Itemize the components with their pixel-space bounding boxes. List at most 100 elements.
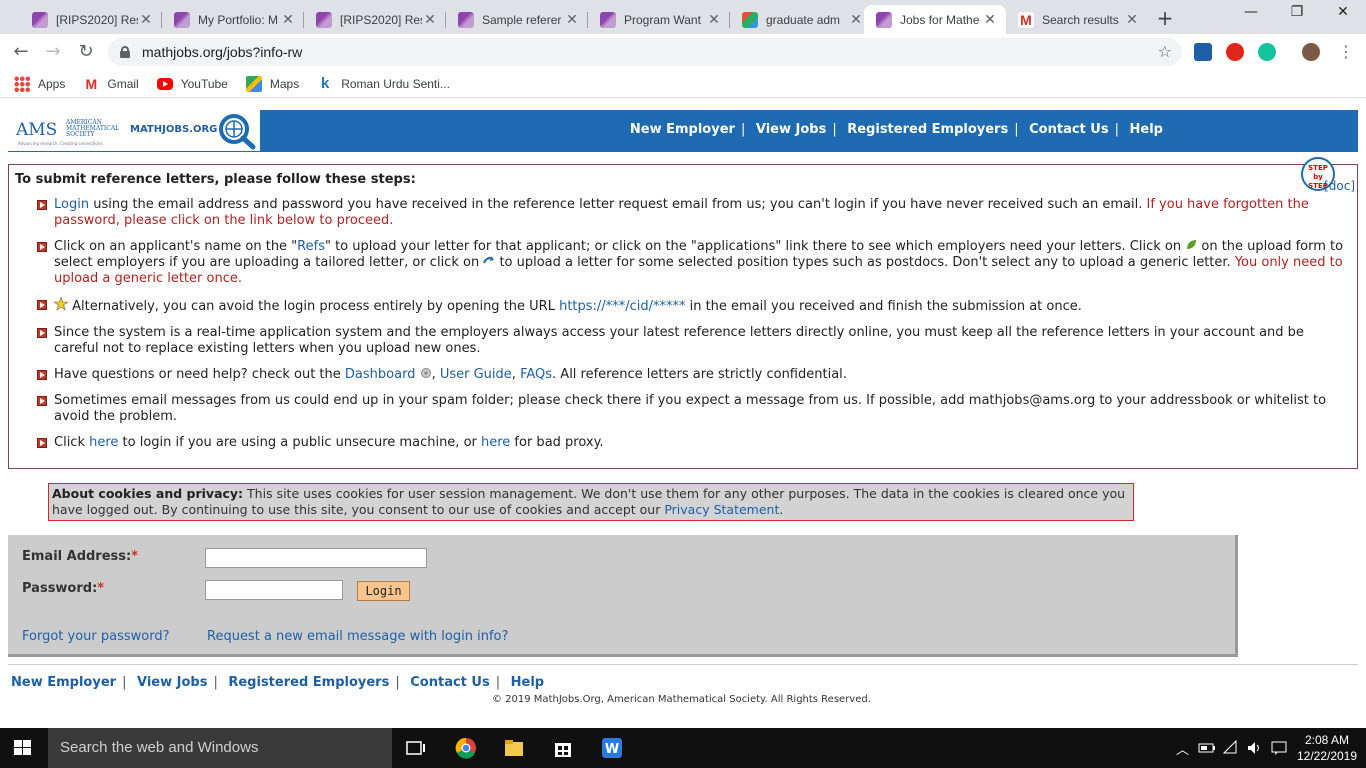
file-explorer-icon[interactable] [503, 737, 525, 759]
extension-icon[interactable] [1194, 43, 1212, 61]
wps-writer-icon[interactable]: W [601, 737, 623, 759]
minimize-button[interactable]: — [1228, 4, 1274, 26]
cookie-notice-end: . [779, 502, 784, 517]
tab-title: [RIPS2020] Res [340, 12, 422, 27]
bullet-icon [37, 200, 47, 210]
bookmark-star-icon[interactable]: ☆ [1158, 42, 1172, 61]
task-view-icon[interactable] [405, 737, 427, 759]
volume-icon[interactable] [1246, 739, 1264, 757]
site-favicon-icon [174, 11, 190, 28]
password-field[interactable] [205, 580, 343, 600]
secure-login-link[interactable]: here [89, 435, 118, 450]
bookmark-maps[interactable]: Maps [245, 75, 300, 92]
address-bar[interactable]: mathjobs.org/jobs?info-rw ☆ [108, 38, 1182, 66]
close-tab-icon[interactable]: ✕ [706, 11, 722, 28]
notifications-icon[interactable] [1270, 739, 1288, 757]
adblock-icon[interactable] [1226, 43, 1244, 61]
battery-icon[interactable] [1198, 739, 1216, 757]
ams-logo[interactable]: AMS AMERICAN MATHEMATICAL SOCIETY Advanc… [8, 110, 260, 152]
bookmark-label: YouTube [180, 76, 228, 91]
tab-rips2020-1[interactable]: [RIPS2020] Res ✕ [20, 5, 162, 34]
login-button[interactable]: Login [357, 581, 410, 601]
reload-icon[interactable]: ↻ [75, 41, 97, 63]
forgot-password-link[interactable]: Forgot your password? [22, 629, 170, 644]
bullet-icon [37, 242, 47, 252]
login-link[interactable]: Login [54, 197, 89, 212]
apps-grid-icon [14, 75, 30, 92]
user-guide-link[interactable]: User Guide [440, 367, 512, 382]
email-field[interactable] [205, 548, 427, 568]
close-window-button[interactable]: ✕ [1320, 4, 1366, 26]
url-text[interactable]: mathjobs.org/jobs?info-rw [142, 44, 302, 60]
step-text: " to upload your letter for that applica… [324, 239, 1186, 254]
taskbar-search-input[interactable]: Search the web and Windows [48, 728, 392, 768]
footer-view-jobs[interactable]: View Jobs [137, 675, 207, 690]
step-text: . All reference letters are strictly con… [552, 367, 847, 382]
tab-jobs-for-math[interactable]: Jobs for Mathe ✕ [864, 5, 1006, 34]
nav-registered-employers[interactable]: Registered Employers [847, 122, 1008, 137]
restore-button[interactable]: ❐ [1274, 4, 1320, 26]
bookmark-label: Roman Urdu Senti... [341, 76, 450, 91]
bullet-icon [37, 438, 47, 448]
bullet-icon [37, 370, 47, 380]
request-login-info-link[interactable]: Request a new email message with login i… [207, 629, 508, 644]
site-favicon-icon [32, 11, 48, 28]
doc-link[interactable]: [doc] [1324, 179, 1355, 193]
footer-registered-employers[interactable]: Registered Employers [228, 675, 389, 690]
clock-date: 12/22/2019 [1296, 749, 1358, 763]
new-tab-button[interactable]: + [1154, 6, 1176, 30]
taskbar-clock[interactable]: 2:08 AM 12/22/2019 [1294, 732, 1360, 764]
ams-logo-tagline: Advancing research. Creating connections… [18, 141, 104, 146]
bullet-icon [37, 328, 47, 338]
taskbar: Search the web and Windows W ︿ 2:08 AM 1… [0, 728, 1366, 768]
close-tab-icon[interactable]: ✕ [422, 11, 438, 28]
tab-graduate-admission[interactable]: graduate adm ✕ [730, 5, 872, 34]
forward-icon[interactable]: → [42, 41, 64, 63]
tab-portfolio[interactable]: My Portfolio: M ✕ [162, 5, 304, 34]
gear-icon [420, 368, 431, 378]
footer-new-employer[interactable]: New Employer [11, 675, 116, 690]
privacy-statement-link[interactable]: Privacy Statement [664, 502, 779, 517]
refs-link[interactable]: Refs [297, 239, 325, 254]
bookmark-roman-urdu[interactable]: k Roman Urdu Senti... [317, 74, 450, 92]
close-tab-icon[interactable]: ✕ [564, 11, 580, 28]
close-tab-icon[interactable]: ✕ [280, 11, 296, 28]
tab-search-results[interactable]: M Search results ✕ [1006, 5, 1148, 34]
tab-program-want[interactable]: Program Want ✕ [588, 5, 730, 34]
k-icon: k [321, 74, 330, 92]
required-mark: * [97, 581, 105, 596]
close-tab-icon[interactable]: ✕ [138, 11, 154, 28]
bookmark-youtube[interactable]: YouTube [156, 76, 228, 91]
tray-chevron-icon[interactable]: ︿ [1176, 739, 1189, 758]
step-text: in the email you received and finish the… [685, 299, 1082, 314]
cid-url-link[interactable]: https://***/cid/***** [559, 299, 685, 314]
tab-title: My Portfolio: M [198, 12, 279, 27]
bookmark-apps[interactable]: Apps [14, 75, 65, 92]
avatar[interactable] [1302, 43, 1320, 61]
faqs-link[interactable]: FAQs [520, 367, 552, 382]
store-icon[interactable] [552, 737, 574, 759]
wifi-icon[interactable] [1222, 739, 1240, 757]
nav-new-employer[interactable]: New Employer [630, 122, 735, 137]
bookmark-gmail[interactable]: M Gmail [83, 76, 139, 92]
nav-view-jobs[interactable]: View Jobs [756, 122, 826, 137]
bookmark-label: Maps [269, 76, 300, 91]
close-tab-icon[interactable]: ✕ [848, 11, 864, 28]
close-tab-icon[interactable]: ✕ [982, 11, 998, 28]
menu-kebab-icon[interactable]: ⋮ [1335, 41, 1357, 63]
tab-strip: [RIPS2020] Res ✕ My Portfolio: M ✕ [RIPS… [0, 0, 1366, 34]
tab-sample-reference[interactable]: Sample referer ✕ [446, 5, 588, 34]
proxy-login-link[interactable]: here [481, 435, 510, 450]
grammarly-icon[interactable] [1258, 43, 1276, 61]
dashboard-link[interactable]: Dashboard [345, 367, 416, 382]
footer-nav: New Employer | View Jobs | Registered Empl… [11, 675, 545, 690]
footer-contact-us[interactable]: Contact Us [410, 675, 489, 690]
nav-help[interactable]: Help [1130, 122, 1163, 137]
windows-start-icon[interactable] [14, 740, 32, 756]
nav-contact-us[interactable]: Contact Us [1029, 122, 1108, 137]
tab-rips2020-2[interactable]: [RIPS2020] Res ✕ [304, 5, 446, 34]
chrome-icon[interactable] [455, 737, 477, 759]
close-tab-icon[interactable]: ✕ [1124, 11, 1140, 28]
footer-help[interactable]: Help [511, 675, 544, 690]
back-icon[interactable]: ← [10, 41, 32, 63]
